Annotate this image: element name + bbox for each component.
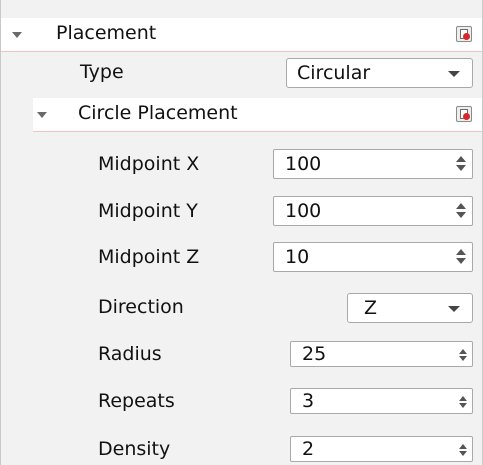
direction-value: Z [364, 297, 378, 319]
placement-header[interactable]: Placement [1, 18, 482, 52]
density-value: 2 [302, 438, 315, 460]
density-spinbox[interactable]: 2 [290, 436, 473, 462]
radius-label: Radius [98, 343, 162, 365]
direction-row: Direction Z [1, 290, 482, 326]
repeats-spinbox[interactable]: 3 [290, 388, 473, 414]
repeats-label: Repeats [98, 390, 175, 412]
density-label: Density [98, 438, 171, 460]
radius-spinbox[interactable]: 25 [290, 341, 473, 367]
midpoint-z-label: Midpoint Z [98, 246, 200, 268]
placement-title: Placement [56, 22, 157, 44]
direction-label: Direction [98, 296, 184, 318]
chevron-down-icon [448, 306, 460, 312]
midpoint-y-spinbox[interactable]: 100 [273, 196, 473, 226]
midpoint-z-spinbox[interactable]: 10 [273, 242, 473, 272]
radius-value: 25 [302, 343, 327, 365]
type-value: Circular [297, 62, 371, 84]
repeats-value: 3 [302, 390, 315, 412]
midpoint-y-row: Midpoint Y 100 [1, 192, 482, 232]
chevron-down-icon [448, 71, 460, 77]
spin-arrows-icon[interactable] [452, 342, 472, 366]
spin-arrows-icon[interactable] [452, 389, 472, 413]
midpoint-y-value: 100 [285, 200, 322, 222]
type-row: Type Circular [1, 55, 482, 91]
midpoint-x-label: Midpoint X [98, 153, 200, 175]
expand-arrow-icon[interactable] [12, 32, 22, 38]
density-row: Density 2 [1, 430, 482, 465]
midpoint-x-value: 100 [285, 153, 322, 175]
spin-arrows-icon[interactable] [450, 243, 472, 271]
reset-icon[interactable] [456, 26, 472, 42]
direction-dropdown[interactable]: Z [347, 293, 473, 323]
midpoint-y-label: Midpoint Y [98, 200, 198, 222]
circle-placement-header[interactable]: Circle Placement [33, 98, 482, 132]
midpoint-x-spinbox[interactable]: 100 [273, 149, 473, 179]
midpoint-z-row: Midpoint Z 10 [1, 238, 482, 278]
midpoint-x-row: Midpoint X 100 [1, 145, 482, 185]
repeats-row: Repeats 3 [1, 384, 482, 420]
radius-row: Radius 25 [1, 337, 482, 373]
spin-arrows-icon[interactable] [450, 150, 472, 178]
type-label: Type [80, 61, 124, 83]
spin-arrows-icon[interactable] [450, 197, 472, 225]
reset-icon[interactable] [456, 106, 472, 122]
midpoint-z-value: 10 [285, 246, 310, 268]
spin-arrows-icon[interactable] [452, 437, 472, 461]
type-dropdown[interactable]: Circular [286, 58, 473, 88]
circle-placement-title: Circle Placement [78, 102, 238, 124]
expand-arrow-icon[interactable] [37, 112, 47, 118]
properties-panel: Placement Type Circular Circle Placement… [0, 0, 483, 465]
